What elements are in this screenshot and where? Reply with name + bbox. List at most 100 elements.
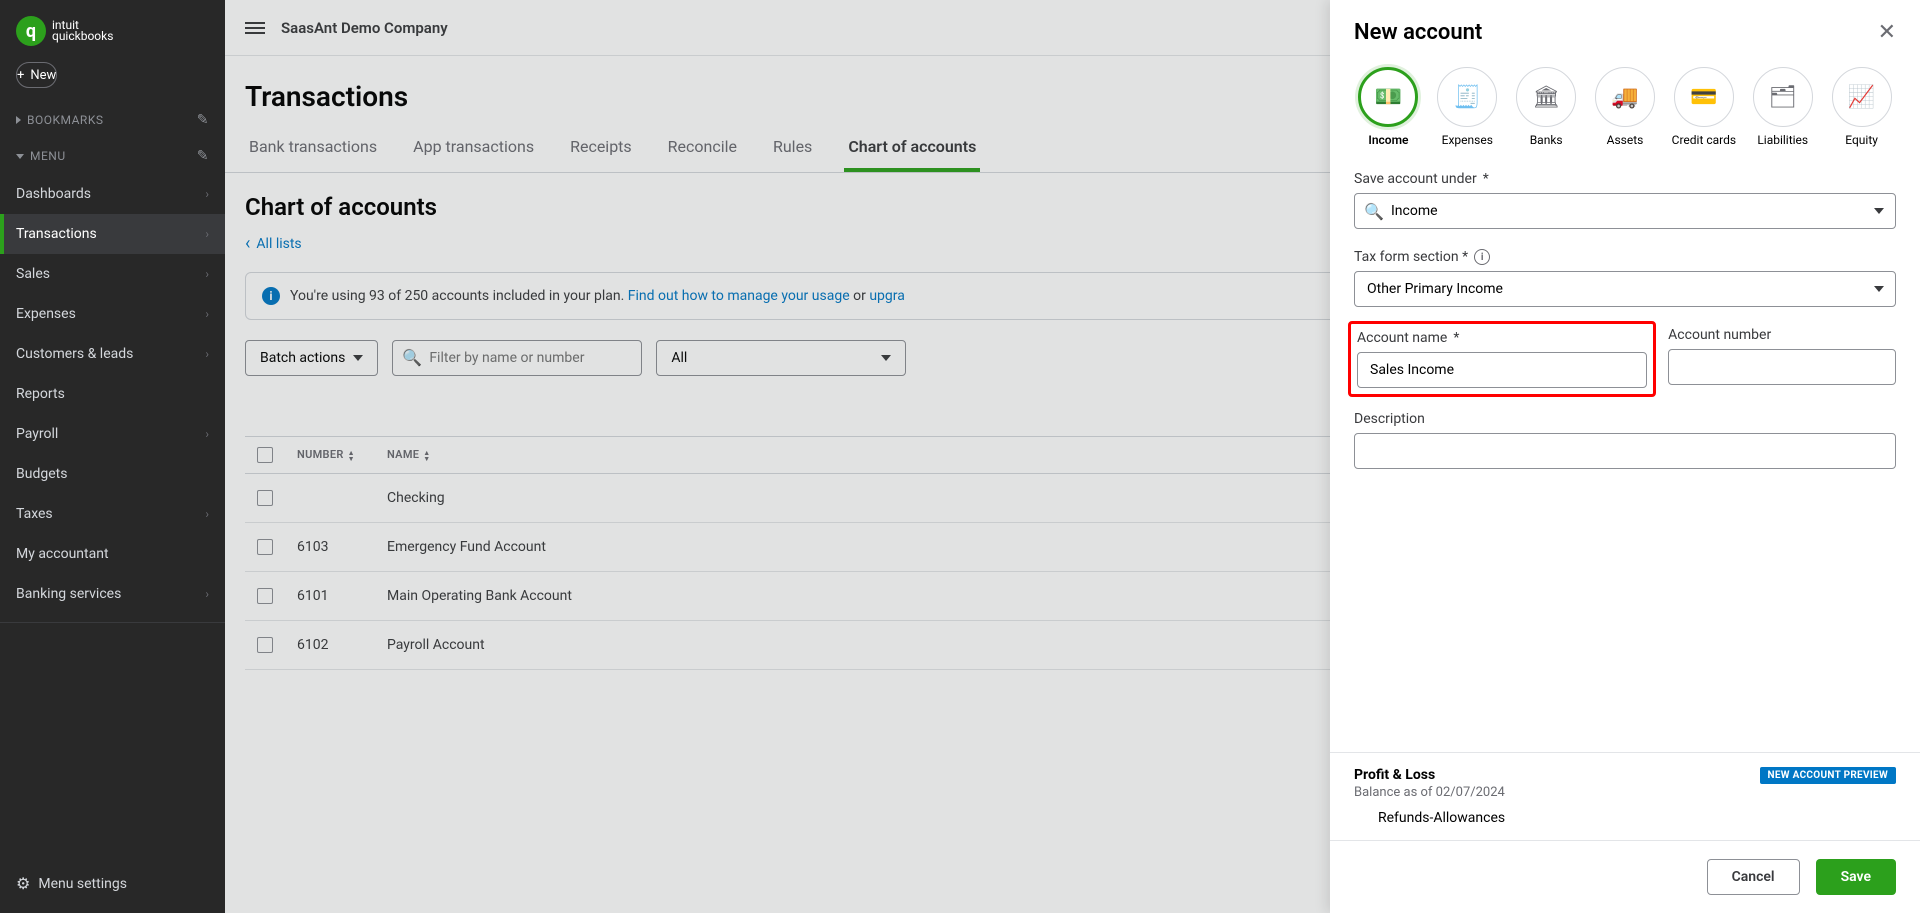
manage-usage-link[interactable]: Find out how to manage your usage: [628, 288, 850, 304]
type-expenses[interactable]: 🧾Expenses: [1433, 67, 1502, 147]
brand-bottom: quickbooks: [52, 31, 113, 42]
type-equity[interactable]: 📈 Equity: [1827, 67, 1896, 147]
brand-logo: q intuit quickbooks: [0, 0, 225, 62]
nav-taxes[interactable]: Taxes›: [0, 494, 225, 534]
menu-section[interactable]: MENU ✎: [0, 138, 225, 174]
select-all-checkbox[interactable]: [257, 447, 273, 463]
tab-app-transactions[interactable]: App transactions: [409, 125, 538, 172]
account-number-input[interactable]: [1668, 349, 1896, 385]
chevron-down-icon: [16, 154, 24, 159]
info-icon: i: [262, 287, 280, 305]
batch-actions-button[interactable]: Batch actions: [245, 340, 378, 376]
sidebar-toggle-icon[interactable]: [245, 22, 265, 34]
type-label: Credit cards: [1669, 133, 1738, 147]
tab-bank-transactions[interactable]: Bank transactions: [245, 125, 381, 172]
cell-number: 6101: [285, 572, 375, 621]
save-button[interactable]: Save: [1816, 859, 1896, 895]
save-account-under-select[interactable]: 🔍 Income: [1354, 193, 1896, 229]
chevron-down-icon: [1874, 208, 1884, 214]
row-checkbox[interactable]: [257, 539, 273, 555]
type-icon: 🏛: [1516, 67, 1576, 127]
tab-chart-of-accounts[interactable]: Chart of accounts: [844, 125, 980, 172]
chevron-down-icon: [881, 355, 891, 361]
close-icon[interactable]: ✕: [1878, 20, 1896, 45]
filter-input[interactable]: [392, 340, 642, 376]
new-account-panel: New account ✕ 💵Income🧾Expenses🏛Banks🚚 Ass…: [1330, 0, 1920, 913]
plus-icon: +: [17, 68, 24, 83]
type-icon: 🗂: [1753, 67, 1813, 127]
chevron-right-icon: ›: [205, 347, 209, 361]
nav-budgets[interactable]: Budgets: [0, 454, 225, 494]
chevron-right-icon: ›: [205, 227, 209, 241]
row-checkbox[interactable]: [257, 588, 273, 604]
chevron-right-icon: ›: [205, 307, 209, 321]
new-button[interactable]: + New: [16, 62, 57, 88]
nav-transactions[interactable]: Transactions›: [0, 214, 225, 254]
upgrade-link[interactable]: upgra: [869, 288, 905, 304]
chevron-right-icon: [16, 116, 21, 124]
type-liabilities[interactable]: 🗂Liabilities: [1748, 67, 1817, 147]
tab-receipts[interactable]: Receipts: [566, 125, 636, 172]
nav-banking-services[interactable]: Banking services›: [0, 574, 225, 614]
preview-balance-text: Balance as of 02/07/2024: [1354, 785, 1505, 800]
nav-list: Dashboards› Transactions› Sales› Expense…: [0, 174, 225, 614]
description-input[interactable]: [1354, 433, 1896, 469]
search-icon: 🔍: [402, 348, 422, 367]
menu-settings-button[interactable]: ⚙ Menu settings: [16, 874, 127, 893]
nav-sales[interactable]: Sales›: [0, 254, 225, 294]
col-number[interactable]: NUMBER▲▼: [285, 437, 375, 474]
nav-my-accountant[interactable]: My accountant: [0, 534, 225, 574]
type-label: Assets: [1591, 133, 1660, 147]
account-preview: Profit & Loss Balance as of 02/07/2024 R…: [1330, 752, 1920, 841]
tax-form-section-label: Tax form section i: [1354, 249, 1896, 265]
edit-bookmarks-icon[interactable]: ✎: [197, 112, 209, 128]
type-icon: 🚚: [1595, 67, 1655, 127]
cancel-button[interactable]: Cancel: [1707, 859, 1800, 895]
account-number-label: Account number: [1668, 327, 1896, 343]
type-icon: 💳: [1674, 67, 1734, 127]
edit-menu-icon[interactable]: ✎: [197, 148, 209, 164]
account-name-highlight: Account name: [1348, 321, 1656, 397]
preview-item: Refunds-Allowances: [1354, 810, 1505, 826]
type-income[interactable]: 💵Income: [1354, 67, 1423, 147]
chevron-right-icon: ›: [205, 587, 209, 601]
nav-dashboards[interactable]: Dashboards›: [0, 174, 225, 214]
save-account-under-label: Save account under: [1354, 171, 1896, 187]
panel-title: New account: [1354, 20, 1482, 45]
tab-rules[interactable]: Rules: [769, 125, 816, 172]
row-checkbox[interactable]: [257, 637, 273, 653]
row-checkbox[interactable]: [257, 490, 273, 506]
chevron-right-icon: ›: [205, 507, 209, 521]
gear-icon: ⚙: [16, 874, 30, 893]
chevron-down-icon: [1874, 286, 1884, 292]
chevron-right-icon: ›: [205, 427, 209, 441]
company-name: SaasAnt Demo Company: [281, 19, 448, 37]
sidebar: q intuit quickbooks + New BOOKMARKS ✎ ME…: [0, 0, 225, 913]
info-text: You're using 93 of 250 accounts included…: [290, 288, 624, 304]
bookmarks-section[interactable]: BOOKMARKS ✎: [0, 102, 225, 138]
filter-input-wrap: 🔍: [392, 340, 642, 376]
tab-reconcile[interactable]: Reconcile: [664, 125, 741, 172]
tax-form-section-select[interactable]: Other Primary Income: [1354, 271, 1896, 307]
chevron-right-icon: ›: [205, 187, 209, 201]
brand-logo-icon: q: [16, 16, 46, 46]
type-credit-cards[interactable]: 💳 Credit cards: [1669, 67, 1738, 147]
type-label: Income: [1354, 133, 1423, 147]
account-name-input[interactable]: [1357, 352, 1647, 388]
nav-payroll[interactable]: Payroll›: [0, 414, 225, 454]
nav-expenses[interactable]: Expenses›: [0, 294, 225, 334]
preview-badge: NEW ACCOUNT PREVIEW: [1760, 767, 1896, 784]
cell-number: [285, 474, 375, 523]
type-icon: 📈: [1832, 67, 1892, 127]
info-icon[interactable]: i: [1474, 249, 1490, 265]
type-assets[interactable]: 🚚 Assets: [1591, 67, 1660, 147]
type-filter-dropdown[interactable]: All: [656, 340, 906, 376]
nav-customers-leads[interactable]: Customers & leads›: [0, 334, 225, 374]
chart-of-accounts-title: Chart of accounts: [245, 193, 437, 221]
cell-number: 6103: [285, 523, 375, 572]
type-label: Equity: [1827, 133, 1896, 147]
new-button-label: New: [30, 68, 56, 83]
account-type-selector: 💵Income🧾Expenses🏛Banks🚚 Assets 💳 Credit car…: [1330, 55, 1920, 147]
type-banks[interactable]: 🏛Banks: [1512, 67, 1581, 147]
nav-reports[interactable]: Reports: [0, 374, 225, 414]
